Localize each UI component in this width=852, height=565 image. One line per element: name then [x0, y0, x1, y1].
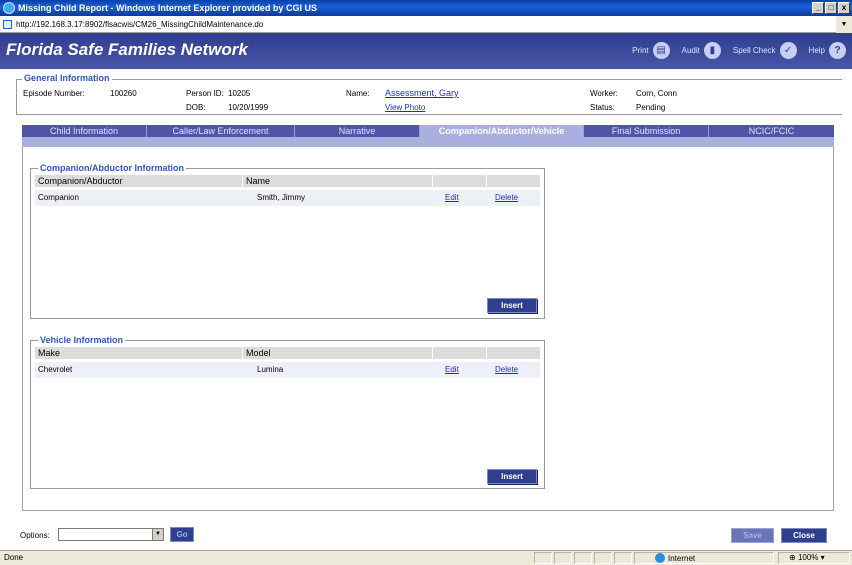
general-information-legend: General Information [22, 73, 112, 83]
zone-label: Internet [668, 554, 696, 563]
options-label: Options: [20, 531, 50, 540]
help-button[interactable]: Help ? [809, 42, 846, 59]
vehicle-grid-header: Make Model [35, 347, 540, 359]
save-button[interactable]: Save [731, 528, 774, 543]
view-photo-link[interactable]: View Photo [385, 103, 425, 112]
close-button[interactable]: Close [781, 528, 827, 543]
zoom-icon: ⊕ [789, 553, 796, 562]
print-label: Print [632, 46, 649, 55]
edit-col-header [433, 347, 487, 359]
go-button[interactable]: Go [170, 527, 194, 542]
person-id-value: 10205 [228, 89, 251, 98]
edit-companion-link[interactable]: Edit [445, 190, 495, 206]
person-name-link[interactable]: Assessment, Gary [385, 88, 459, 98]
status-segment [554, 552, 572, 564]
table-row: Chevrolet Lumina Edit Delete [35, 362, 540, 378]
chevron-down-icon[interactable]: ▼ [836, 16, 852, 33]
delete-col-header [487, 175, 540, 187]
window-title-bar: Missing Child Report - Windows Internet … [0, 0, 852, 16]
companion-type-cell: Companion [38, 193, 79, 202]
chevron-down-icon[interactable]: ▼ [152, 529, 163, 540]
table-row: Companion Smith, Jimmy Edit Delete [35, 190, 540, 206]
tab-final-submission[interactable]: Final Submission [584, 125, 709, 137]
delete-col-header [487, 347, 540, 359]
help-label: Help [808, 46, 825, 55]
printer-icon: ▤ [652, 42, 670, 59]
status-segment [534, 552, 552, 564]
tab-strip [22, 137, 834, 147]
document-icon: ▮ [703, 42, 721, 59]
status-segment [574, 552, 592, 564]
options-select[interactable]: ▼ [58, 528, 164, 541]
status-segment [594, 552, 612, 564]
status-bar: Done Internet ⊕ 100% ▾ [0, 550, 852, 565]
vehicle-model-cell: Lumina [257, 365, 284, 374]
episode-number-value: 100260 [110, 89, 137, 98]
status-value: Pending [636, 103, 666, 112]
globe-icon [655, 553, 665, 563]
minimize-button[interactable]: _ [812, 2, 824, 14]
zoom-control[interactable]: ⊕ 100% ▾ [778, 552, 850, 564]
model-col-header: Model [243, 347, 433, 359]
address-url[interactable]: http://192.168.3.17:8902/flsacwis/CM26_M… [16, 20, 263, 29]
audit-button[interactable]: Audit ▮ [682, 42, 721, 59]
dob-value: 10/20/1999 [228, 103, 269, 112]
print-button[interactable]: Print ▤ [632, 42, 670, 59]
audit-label: Audit [681, 46, 700, 55]
status-segment [614, 552, 632, 564]
tab-narrative[interactable]: Narrative [295, 125, 420, 137]
tab-child-information[interactable]: Child Information [22, 125, 147, 137]
ie-icon [3, 2, 15, 14]
worker-label: Worker: [590, 89, 618, 98]
vehicle-legend: Vehicle Information [38, 335, 126, 345]
close-window-button[interactable]: x [838, 2, 850, 14]
status-text: Done [4, 553, 24, 562]
spell-check-button[interactable]: Spell Check ✓ [733, 42, 797, 59]
help-icon: ? [829, 42, 846, 59]
companion-grid-header: Companion/Abductor Name [35, 175, 540, 187]
companion-name-cell: Smith, Jimmy [257, 193, 305, 202]
tab-ncic-fcic[interactable]: NCIC/FCIC [709, 125, 834, 137]
insert-vehicle-button[interactable]: Insert [487, 469, 537, 484]
app-title: Florida Safe Families Network [6, 40, 248, 59]
delete-companion-link[interactable]: Delete [495, 190, 540, 206]
tab-companion-abductor-vehicle[interactable]: Companion/Abductor/Vehicle [420, 125, 584, 137]
worker-value: Corn, Conn [636, 89, 677, 98]
delete-vehicle-link[interactable]: Delete [495, 362, 540, 378]
companion-abductor-legend: Companion/Abductor Information [38, 163, 186, 173]
status-label: Status: [590, 103, 615, 112]
dob-label: DOB: [186, 103, 206, 112]
tab-caller-law-enforcement[interactable]: Caller/Law Enforcement [147, 125, 295, 137]
episode-number-label: Episode Number: [23, 89, 85, 98]
insert-companion-button[interactable]: Insert [487, 298, 537, 313]
spell-check-icon: ✓ [779, 42, 797, 59]
person-id-label: Person ID: [186, 89, 224, 98]
security-zone: Internet [634, 552, 774, 564]
companion-col-header: Companion/Abductor [35, 175, 243, 187]
zoom-level: 100% [797, 553, 819, 562]
app-header: Florida Safe Families Network Print ▤ Au… [0, 33, 852, 69]
maximize-button[interactable]: □ [825, 2, 837, 14]
edit-col-header [433, 175, 487, 187]
page-icon [3, 20, 12, 29]
edit-vehicle-link[interactable]: Edit [445, 362, 495, 378]
name-col-header: Name [243, 175, 433, 187]
address-bar[interactable]: http://192.168.3.17:8902/flsacwis/CM26_M… [0, 16, 852, 33]
vehicle-make-cell: Chevrolet [38, 365, 73, 374]
window-title: Missing Child Report - Windows Internet … [18, 3, 317, 13]
tab-bar: Child Information Caller/Law Enforcement… [22, 125, 834, 137]
name-label: Name: [346, 89, 370, 98]
make-col-header: Make [35, 347, 243, 359]
spell-check-label: Spell Check [732, 46, 776, 55]
